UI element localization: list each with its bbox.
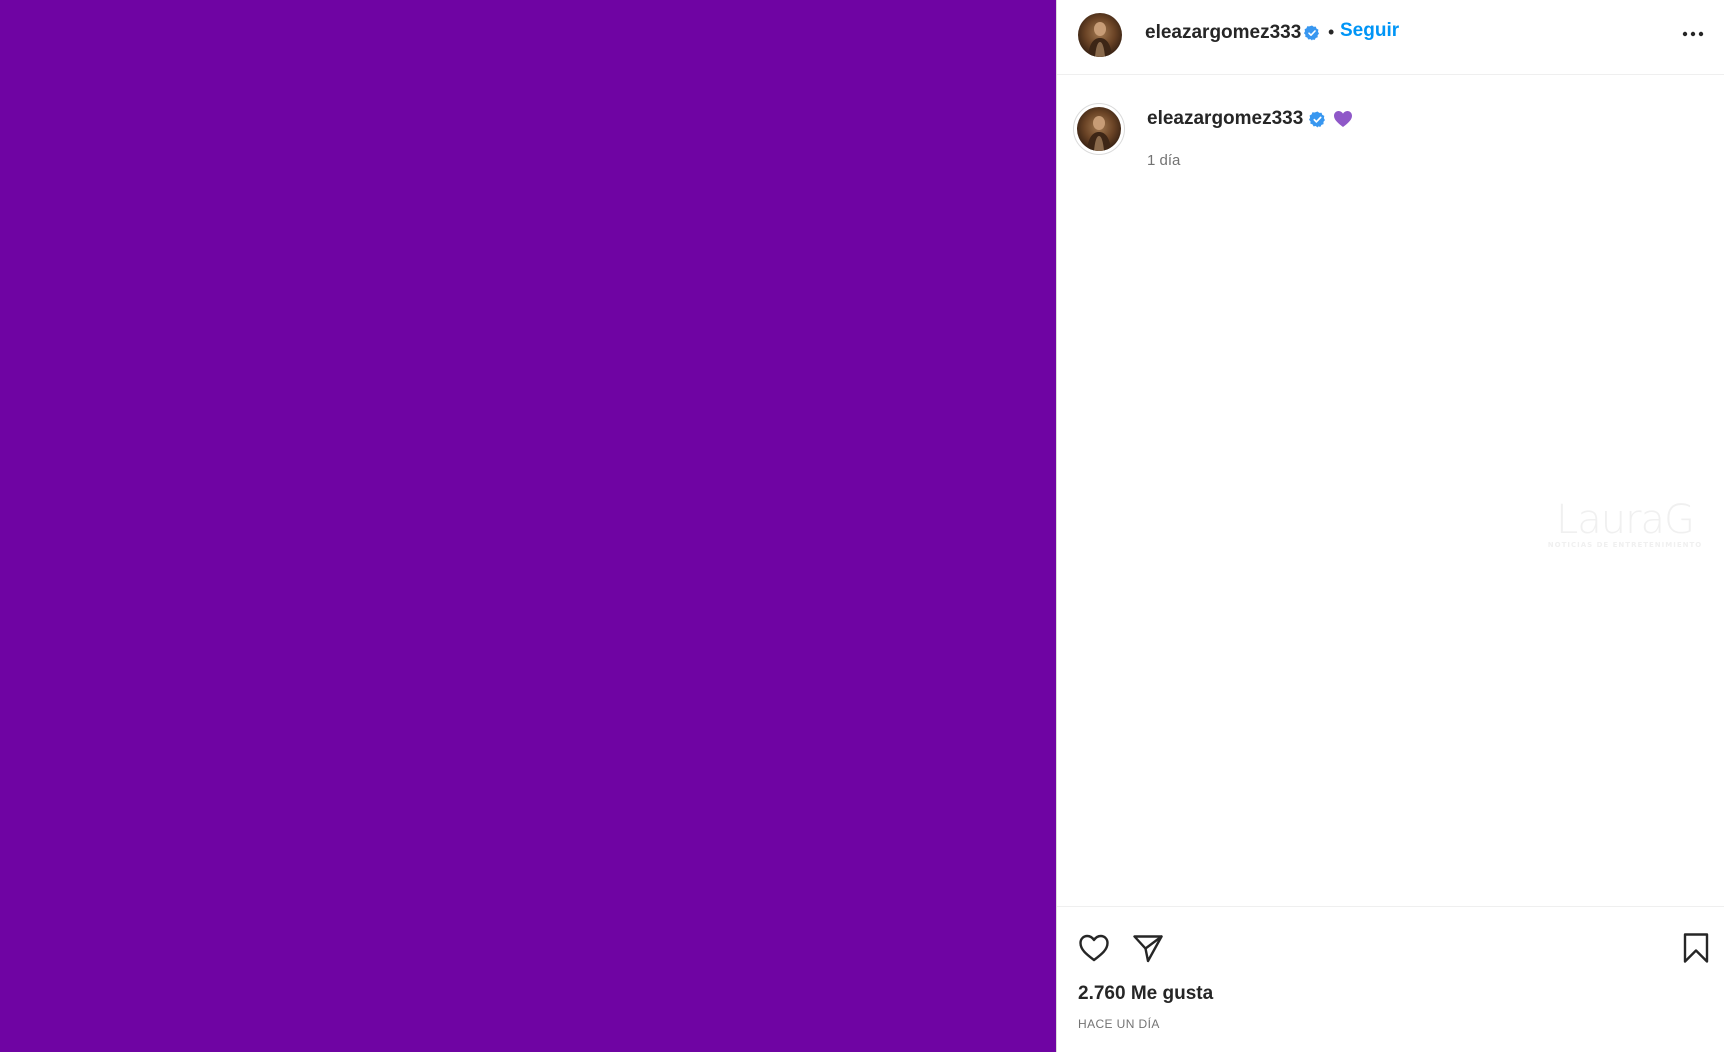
- caption-avatar-ring[interactable]: [1073, 103, 1125, 155]
- avatar-image: [1077, 107, 1121, 151]
- watermark-subtext: NOTICIAS DE ENTRETENIMIENTO: [1547, 541, 1703, 549]
- post-viewer: eleazargomez333 • Seguir eleazargomez333…: [0, 0, 1724, 1052]
- paper-plane-icon[interactable]: [1131, 931, 1165, 965]
- post-header: eleazargomez333 • Seguir: [1057, 0, 1724, 75]
- purple-heart-icon: [1333, 110, 1353, 128]
- bookmark-icon[interactable]: [1679, 931, 1713, 965]
- follow-button[interactable]: Seguir: [1340, 20, 1399, 42]
- post-date[interactable]: HACE UN DÍA: [1078, 1017, 1160, 1031]
- likes-count[interactable]: 2.760 Me gusta: [1078, 983, 1213, 1005]
- separator-dot: •: [1328, 22, 1335, 42]
- post-actions: 2.760 Me gusta HACE UN DÍA: [1057, 906, 1724, 1052]
- caption-username[interactable]: eleazargomez333: [1147, 108, 1303, 130]
- avatar[interactable]: [1078, 13, 1122, 57]
- watermark-text: LauraG: [1555, 497, 1695, 543]
- avatar-image: [1078, 13, 1122, 57]
- caption-timestamp[interactable]: 1 día: [1147, 152, 1180, 170]
- heart-outline-icon[interactable]: [1077, 931, 1111, 965]
- post-side-panel: eleazargomez333 • Seguir eleazargomez333…: [1056, 0, 1724, 1052]
- more-options-icon[interactable]: [1680, 22, 1706, 44]
- avatar: [1077, 107, 1121, 151]
- watermark-logo: LauraG NOTICIAS DE ENTRETENIMIENTO: [1545, 500, 1705, 550]
- verified-badge-icon: [1309, 111, 1326, 128]
- post-media[interactable]: [0, 0, 1056, 1052]
- verified-badge-icon: [1304, 25, 1320, 41]
- header-username[interactable]: eleazargomez333: [1145, 22, 1301, 44]
